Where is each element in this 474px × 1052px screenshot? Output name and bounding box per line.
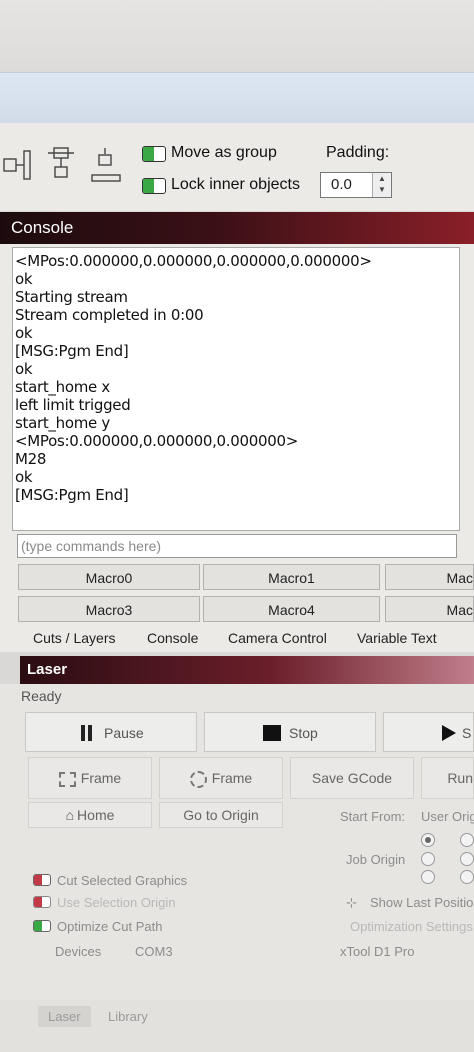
cut-selected-graphics-toggle[interactable] (33, 874, 51, 886)
macro-3-button[interactable]: Macro3 (18, 596, 200, 622)
padding-value: 0.0 (331, 176, 352, 193)
pause-icon (81, 725, 85, 741)
frame-circle-button[interactable]: Frame (159, 757, 283, 799)
console-line: ok (15, 270, 33, 288)
align-bottom-center-icon[interactable] (91, 148, 121, 182)
macro-2-button[interactable]: Mac (385, 564, 474, 590)
padding-label: Padding: (326, 144, 390, 161)
tab-camera-control[interactable]: Camera Control (228, 630, 327, 646)
pause-button[interactable]: Pause (25, 712, 197, 752)
console-line: ok (15, 468, 33, 486)
pause-label: Pause (104, 725, 144, 741)
spin-arrows-icon[interactable]: ▲ ▼ (372, 173, 391, 197)
frame-rect-icon (58, 771, 76, 787)
console-line: <MPos:0.000000,0.000000,0.000000> (15, 432, 298, 450)
tab-cuts-layers[interactable]: Cuts / Layers (33, 630, 115, 646)
stop-button[interactable]: Stop (204, 712, 376, 752)
job-origin-radio[interactable] (460, 833, 474, 847)
console-line: start_home x (15, 378, 111, 396)
devices-label: Devices (55, 944, 102, 959)
stop-icon (263, 725, 281, 741)
home-label: Home (77, 807, 115, 823)
play-icon (442, 725, 456, 741)
align-icons-group (3, 147, 121, 182)
console-header: Console (0, 212, 474, 244)
start-button[interactable]: S (383, 712, 474, 752)
optimization-settings-button[interactable]: Optimization Settings (350, 919, 473, 934)
window-top-band (0, 0, 474, 72)
window-title-bar (0, 72, 474, 124)
frame-circle-icon (189, 770, 207, 788)
macro-4-button[interactable]: Macro4 (203, 596, 380, 622)
command-input[interactable]: (type commands here) (17, 534, 457, 558)
frame-rect-button[interactable]: Frame (28, 757, 152, 799)
frame-circle-label: Frame (211, 770, 253, 786)
macro-0-button[interactable]: Macro0 (18, 564, 200, 590)
padding-spinbox[interactable]: 0.0 ▲ ▼ (320, 172, 392, 198)
save-gcode-button[interactable]: Save GCode (290, 757, 414, 799)
lock-inner-objects-label: Lock inner objects (171, 176, 300, 193)
laser-header: Laser (20, 656, 474, 684)
use-selection-origin-toggle[interactable] (33, 896, 51, 908)
console-line: [MSG:Pgm End] (15, 486, 129, 504)
frame-rect-label: Frame (80, 770, 122, 786)
tab-library[interactable]: Library (108, 1009, 148, 1024)
job-origin-radio[interactable] (460, 870, 474, 884)
show-last-position-button[interactable]: Show Last Position (370, 895, 474, 910)
home-button[interactable]: ⌂ Home (28, 802, 152, 828)
console-line: M28 (15, 450, 47, 468)
tab-laser[interactable]: Laser (38, 1006, 91, 1027)
device-select[interactable]: xTool D1 Pro (340, 944, 414, 959)
console-line: Starting stream (15, 288, 128, 306)
macro-1-button[interactable]: Macro1 (203, 564, 380, 590)
console-line: ok (15, 360, 33, 378)
console-line: [MSG:Pgm End] (15, 342, 129, 360)
job-origin-label: Job Origin (346, 852, 406, 867)
optimize-cut-path-toggle[interactable] (33, 920, 51, 932)
show-last-position-icon: ⊹ (346, 895, 357, 910)
start-from-label: Start From: (340, 809, 406, 824)
use-selection-origin-label: Use Selection Origin (57, 895, 176, 910)
console-line: left limit trigged (15, 396, 131, 414)
job-origin-radio[interactable] (421, 852, 435, 866)
lock-inner-objects-toggle[interactable] (142, 178, 166, 194)
job-origin-radio[interactable] (421, 870, 435, 884)
move-as-group-label: Move as group (171, 144, 277, 161)
console-output[interactable]: <MPos:0.000000,0.000000,0.000000,0.00000… (12, 247, 460, 531)
job-origin-radio[interactable] (460, 852, 474, 866)
console-line: start_home y (15, 414, 111, 432)
tab-variable-text[interactable]: Variable Text (357, 630, 437, 646)
macro-5-button[interactable]: Mac (385, 596, 474, 622)
start-label: S (462, 725, 472, 741)
move-as-group-toggle[interactable] (142, 146, 166, 162)
go-to-origin-button[interactable]: Go to Origin (159, 802, 283, 828)
tab-console[interactable]: Console (147, 630, 198, 646)
console-line: Stream completed in 0:00 (15, 306, 204, 324)
home-icon: ⌂ (65, 807, 75, 823)
console-title: Console (11, 218, 74, 237)
optimize-cut-path-label: Optimize Cut Path (57, 919, 163, 934)
distribute-horizontal-icon[interactable] (3, 150, 31, 180)
start-from-select[interactable]: User Orig (421, 809, 474, 824)
laser-title: Laser (27, 661, 68, 678)
port-select[interactable]: COM3 (135, 944, 173, 959)
run-button[interactable]: Run (421, 757, 474, 799)
job-origin-radio[interactable] (421, 833, 435, 847)
stop-label: Stop (289, 725, 318, 741)
align-top-center-icon[interactable] (48, 147, 74, 178)
laser-status: Ready (21, 688, 62, 704)
cut-selected-graphics-label: Cut Selected Graphics (57, 873, 188, 888)
console-line: ok (15, 324, 33, 342)
console-line: <MPos:0.000000,0.000000,0.000000,0.00000… (15, 252, 372, 270)
